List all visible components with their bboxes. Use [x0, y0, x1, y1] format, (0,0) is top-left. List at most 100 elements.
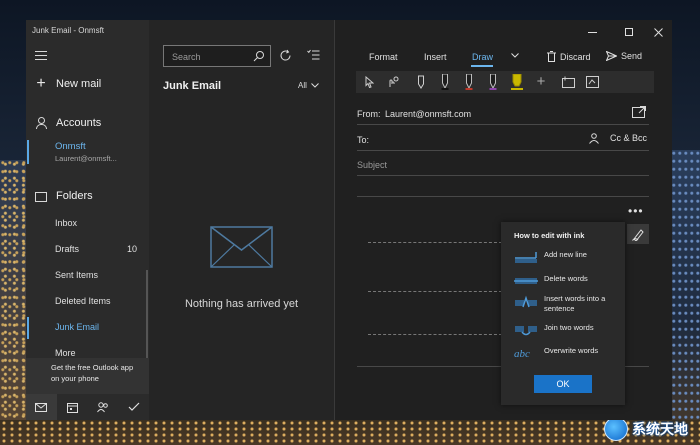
folder-label: Drafts — [55, 244, 80, 254]
folder-label: Junk Email — [55, 322, 100, 332]
folder-item-deleted[interactable]: Deleted Items — [26, 291, 149, 313]
to-label: To: — [357, 135, 370, 145]
add-line-gesture-icon — [515, 252, 537, 263]
plus-icon: + — [536, 73, 546, 90]
select-tool-button[interactable] — [360, 73, 378, 91]
people-nav-button[interactable] — [88, 394, 119, 420]
window-title: Junk Email - Onmsft — [32, 26, 105, 35]
ink-help-popup: How to edit with ink Add new line Delete… — [501, 222, 625, 405]
discard-button[interactable]: Discard — [547, 51, 591, 62]
ink-guide-line — [368, 334, 502, 335]
ink-help-label: Add new line — [544, 250, 587, 259]
eraser-button[interactable] — [412, 73, 430, 91]
send-button[interactable]: Send — [606, 51, 642, 61]
chevron-down-icon — [311, 83, 319, 88]
selection-mode-button[interactable] — [305, 47, 321, 63]
ok-button[interactable]: OK — [534, 375, 592, 393]
contact-picker-icon[interactable] — [589, 133, 599, 144]
divider — [357, 196, 649, 197]
sync-button[interactable] — [277, 47, 293, 63]
ink-help-label: Insert words into a sentence — [544, 294, 606, 313]
accounts-label: Accounts — [56, 117, 102, 129]
delete-words-gesture-icon — [514, 278, 538, 284]
touch-draw-button[interactable] — [384, 73, 402, 91]
minimize-button[interactable] — [581, 24, 603, 40]
tab-format[interactable]: Format — [369, 52, 398, 62]
folder-label: More — [55, 348, 76, 358]
bottom-nav — [26, 394, 149, 420]
cursor-icon — [365, 76, 374, 88]
convert-ink-button[interactable] — [583, 73, 601, 91]
tab-draw[interactable]: Draw — [472, 52, 493, 62]
filter-dropdown[interactable]: All — [298, 81, 319, 90]
folder-icon — [35, 190, 47, 202]
drawing-canvas-icon — [561, 76, 575, 88]
search-icon[interactable] — [253, 50, 265, 62]
popout-icon — [632, 106, 646, 118]
watermark: 系统天地 — [604, 417, 688, 441]
svg-text:abc: abc — [514, 348, 530, 360]
highlighter-button[interactable] — [508, 73, 526, 91]
folder-item-drafts[interactable]: Drafts 10 — [26, 239, 149, 261]
calendar-nav-button[interactable] — [57, 394, 88, 420]
from-value[interactable]: Laurent@onmsft.com — [385, 109, 471, 119]
message-list-pane: Junk Email All Nothing has arrived yet — [149, 20, 334, 420]
folder-label: Sent Items — [55, 270, 99, 280]
popout-button[interactable] — [631, 104, 647, 120]
more-tabs-button[interactable] — [511, 53, 519, 58]
ink-pen-icon — [631, 228, 644, 241]
pen-icon — [489, 74, 497, 90]
folder-item-junk[interactable]: Junk Email — [26, 317, 149, 339]
more-options-button[interactable]: ••• — [628, 204, 644, 218]
desktop-background-left — [0, 160, 26, 445]
minimize-icon — [587, 31, 597, 33]
maximize-icon — [625, 28, 633, 36]
ink-help-label: Delete words — [544, 274, 588, 283]
folders-label: Folders — [56, 190, 93, 202]
to-input[interactable] — [375, 131, 584, 149]
sidebar-scrollbar[interactable] — [146, 270, 148, 360]
empty-mailbox-icon — [210, 226, 273, 268]
pen-black-button[interactable] — [436, 73, 454, 91]
folders-button[interactable]: Folders — [35, 190, 93, 202]
new-mail-button[interactable]: + New mail — [35, 75, 101, 92]
eraser-icon — [418, 75, 424, 89]
subject-input[interactable]: Subject — [357, 160, 387, 170]
folder-count: 10 — [126, 244, 137, 254]
pen-icon — [441, 74, 449, 90]
folder-title: Junk Email — [163, 80, 222, 92]
maximize-button[interactable] — [618, 24, 640, 40]
add-pen-button[interactable]: + — [532, 73, 550, 91]
todo-nav-button[interactable] — [118, 394, 149, 420]
ink-help-label: Join two words — [544, 323, 594, 332]
search-input[interactable] — [170, 49, 254, 65]
cc-bcc-button[interactable]: Cc & Bcc — [610, 133, 647, 143]
search-box[interactable] — [163, 45, 271, 67]
account-name: Onmsft — [55, 141, 86, 152]
close-button[interactable] — [647, 24, 669, 40]
ink-editor-button[interactable] — [627, 224, 649, 244]
ink-help-item: Insert words into a sentence — [514, 294, 614, 314]
hamburger-menu-icon[interactable] — [35, 51, 47, 61]
ink-to-shape-icon — [585, 76, 599, 88]
desktop-background-right — [672, 150, 700, 445]
pen-purple-button[interactable] — [484, 73, 502, 91]
close-icon — [653, 27, 663, 37]
folder-label: Deleted Items — [55, 296, 111, 306]
mail-nav-button[interactable] — [26, 394, 57, 420]
folder-item-sent[interactable]: Sent Items — [26, 265, 149, 287]
pen-red-button[interactable] — [460, 73, 478, 91]
send-label: Send — [621, 51, 643, 61]
ink-help-title: How to edit with ink — [514, 231, 585, 240]
selection-indicator — [27, 317, 29, 339]
empty-state-text: Nothing has arrived yet — [184, 298, 299, 310]
ink-help-item: Join two words — [514, 323, 614, 337]
folder-item-inbox[interactable]: Inbox — [26, 213, 149, 235]
ink-guide-line — [368, 242, 502, 243]
plus-icon: + — [36, 75, 46, 92]
account-item[interactable]: Onmsft Laurent@onmsft... — [26, 138, 149, 168]
outlook-app-promo[interactable]: Get the free Outlook app on your phone — [26, 358, 149, 394]
accounts-button[interactable]: Accounts — [35, 117, 101, 129]
insert-drawing-canvas-button[interactable] — [559, 73, 577, 91]
tab-insert[interactable]: Insert — [424, 52, 447, 62]
